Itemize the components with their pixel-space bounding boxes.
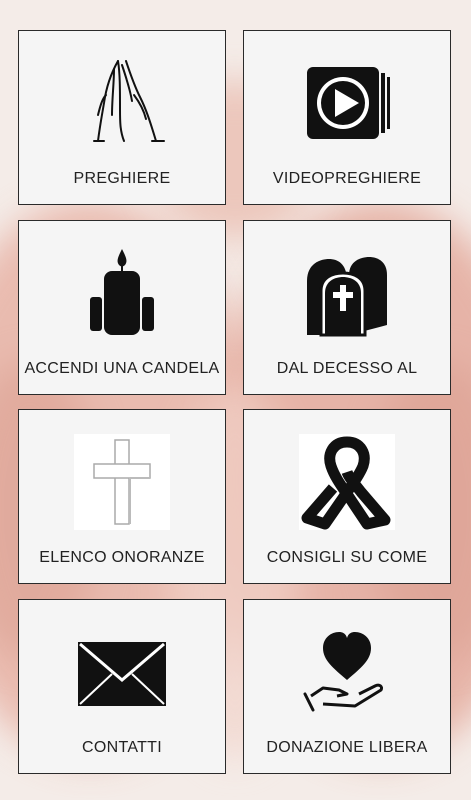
- tile-accendi-candela[interactable]: ACCENDI UNA CANDELA: [18, 220, 226, 395]
- tile-label: CONTATTI: [81, 739, 163, 756]
- tile-donazione[interactable]: DONAZIONE LIBERA: [243, 599, 451, 774]
- cross-icon: [74, 434, 170, 530]
- heart-in-hand-icon: [299, 624, 395, 720]
- video-play-icon: [299, 55, 395, 151]
- tile-elenco-onoranze[interactable]: ELENCO ONORANZE: [18, 409, 226, 584]
- tile-label: DONAZIONE LIBERA: [266, 739, 428, 756]
- tile-preghiere[interactable]: PREGHIERE: [18, 30, 226, 205]
- tile-consigli[interactable]: CONSIGLI SU COME: [243, 409, 451, 584]
- praying-hands-icon: [74, 55, 170, 151]
- tile-label: CONSIGLI SU COME: [266, 549, 428, 566]
- mourning-ribbon-icon: [299, 434, 395, 530]
- candle-icon: [74, 245, 170, 341]
- envelope-icon: [74, 624, 170, 720]
- tile-label: ACCENDI UNA CANDELA: [24, 360, 220, 377]
- tombstone-icon: [299, 245, 395, 341]
- tile-label: DAL DECESSO AL: [276, 360, 418, 377]
- tile-contatti[interactable]: CONTATTI: [18, 599, 226, 774]
- tile-videopreghiere[interactable]: VIDEOPREGHIERE: [243, 30, 451, 205]
- tile-label: VIDEOPREGHIERE: [272, 170, 422, 187]
- tile-label: PREGHIERE: [73, 170, 171, 187]
- tile-dal-decesso[interactable]: DAL DECESSO AL: [243, 220, 451, 395]
- tile-label: ELENCO ONORANZE: [39, 549, 205, 566]
